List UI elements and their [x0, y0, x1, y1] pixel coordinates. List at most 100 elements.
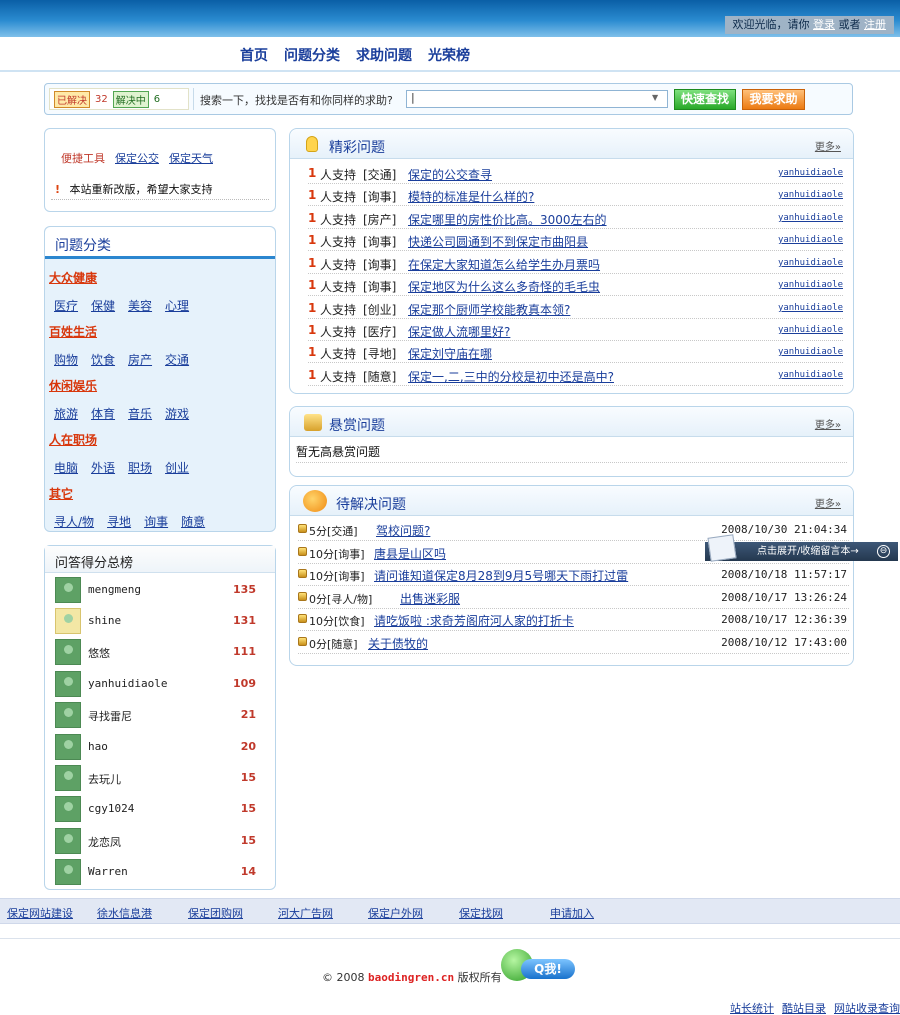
qq-contact-button[interactable]: Q我!: [501, 949, 575, 982]
nav-honor-list[interactable]: 光荣榜: [428, 45, 470, 65]
footer-link[interactable]: 网站收录查询: [834, 1000, 900, 1015]
question-link[interactable]: 请吃饭啦 :求奇芳阁府河人家的打折卡: [374, 612, 574, 629]
avatar[interactable]: [55, 796, 81, 822]
apply-link[interactable]: 申请加入: [550, 905, 594, 921]
footer-link[interactable]: 酷站目录: [782, 1000, 826, 1015]
collapse-icon[interactable]: ⊖: [877, 545, 890, 558]
friend-link[interactable]: 保定找网: [459, 905, 503, 921]
category-life[interactable]: 百姓生活: [49, 323, 97, 340]
avatar[interactable]: [55, 734, 81, 760]
footer-link[interactable]: 站长统计: [730, 1000, 774, 1015]
category-item[interactable]: 游戏: [165, 405, 189, 422]
category-item[interactable]: 美容: [128, 297, 152, 314]
category-item[interactable]: 保健: [91, 297, 115, 314]
user-name[interactable]: hao: [88, 740, 108, 753]
avatar[interactable]: [55, 671, 81, 697]
user-name[interactable]: 去玩儿: [88, 771, 121, 787]
category-item[interactable]: 饮食: [91, 351, 115, 368]
question-link[interactable]: 保定的公交查寻: [408, 166, 492, 183]
more-link[interactable]: 更多»: [815, 495, 841, 510]
question-link[interactable]: 驾校问题?: [376, 522, 430, 539]
question-user[interactable]: yanhuidiaole: [778, 258, 843, 268]
category-item[interactable]: 音乐: [128, 405, 152, 422]
register-link[interactable]: 注册: [864, 18, 886, 31]
category-item[interactable]: 房产: [128, 351, 152, 368]
question-link[interactable]: 保定做人流哪里好?: [408, 323, 510, 340]
more-link[interactable]: 更多»: [815, 416, 841, 431]
category-item[interactable]: 询事: [144, 513, 168, 530]
category-item[interactable]: 外语: [91, 459, 115, 476]
category-item[interactable]: 寻人/物: [54, 513, 94, 530]
question-link[interactable]: 请问谁知道保定8月28到9月5号哪天下雨打过雷: [374, 567, 628, 584]
question-link[interactable]: 在保定大家知道怎么给学生办月票吗: [408, 256, 600, 273]
category-item[interactable]: 体育: [91, 405, 115, 422]
category-item[interactable]: 旅游: [54, 405, 78, 422]
login-link[interactable]: 登录: [813, 18, 835, 31]
user-name[interactable]: Warren: [88, 865, 128, 878]
question-link[interactable]: 保定刘守庙在哪: [408, 345, 492, 362]
category-health[interactable]: 大众健康: [49, 269, 97, 286]
category-item[interactable]: 心理: [165, 297, 189, 314]
category-leisure[interactable]: 休闲娱乐: [49, 377, 97, 394]
question-user[interactable]: yanhuidiaole: [778, 168, 843, 178]
friend-link[interactable]: 保定团购网: [188, 905, 243, 921]
avatar[interactable]: [55, 577, 81, 603]
nav-home[interactable]: 首页: [240, 45, 268, 65]
avatar[interactable]: [55, 639, 81, 665]
ask-help-button[interactable]: 我要求助: [742, 89, 805, 110]
friend-link[interactable]: 保定网站建设: [7, 905, 73, 921]
category-item[interactable]: 电脑: [54, 459, 78, 476]
question-link[interactable]: 快递公司圆通到不到保定市曲阳县: [408, 233, 588, 250]
category-item[interactable]: 职场: [128, 459, 152, 476]
question-user[interactable]: yanhuidiaole: [778, 213, 843, 223]
weather-link[interactable]: 保定天气: [169, 150, 213, 166]
category-item[interactable]: 创业: [165, 459, 189, 476]
chevron-down-icon[interactable]: ▼: [652, 93, 658, 102]
question-user[interactable]: yanhuidiaole: [778, 280, 843, 290]
avatar[interactable]: [55, 608, 81, 634]
friend-link[interactable]: 徐水信息港: [97, 905, 152, 921]
category-other[interactable]: 其它: [49, 485, 73, 502]
category-item[interactable]: 购物: [54, 351, 78, 368]
user-name[interactable]: shine: [88, 614, 121, 627]
friend-link[interactable]: 河大广告网: [278, 905, 333, 921]
solving-badge[interactable]: 解决中: [112, 90, 149, 108]
question-user[interactable]: yanhuidiaole: [778, 303, 843, 313]
category-item[interactable]: 随意: [181, 513, 205, 530]
friend-link[interactable]: 保定户外网: [368, 905, 423, 921]
question-user[interactable]: yanhuidiaole: [778, 190, 843, 200]
question-user[interactable]: yanhuidiaole: [778, 235, 843, 245]
avatar[interactable]: [55, 702, 81, 728]
question-link[interactable]: 保定那个厨师学校能教真本领?: [408, 301, 570, 318]
search-input[interactable]: |: [406, 90, 668, 108]
bus-link[interactable]: 保定公交: [115, 150, 159, 166]
more-link[interactable]: 更多»: [815, 138, 841, 153]
avatar[interactable]: [55, 828, 81, 854]
user-name[interactable]: 龙恋凤: [88, 834, 121, 850]
question-link[interactable]: 出售迷彩服: [400, 590, 460, 607]
user-name[interactable]: cgy1024: [88, 802, 134, 815]
guestbook-toggle[interactable]: 点击展开/收缩留言本→ ⊖: [705, 534, 898, 562]
user-name[interactable]: 悠悠: [88, 645, 110, 661]
category-work[interactable]: 人在职场: [49, 431, 97, 448]
user-name[interactable]: mengmeng: [88, 583, 141, 596]
question-link[interactable]: 唐县是山区吗: [374, 545, 446, 562]
avatar[interactable]: [55, 859, 81, 885]
question-link[interactable]: 关于债牧的: [368, 635, 428, 652]
user-name[interactable]: 寻找雷尼: [88, 708, 132, 724]
user-name[interactable]: yanhuidiaole: [88, 677, 167, 690]
nav-categories[interactable]: 问题分类: [284, 45, 340, 65]
question-user[interactable]: yanhuidiaole: [778, 347, 843, 357]
category-item[interactable]: 寻地: [107, 513, 131, 530]
question-user[interactable]: yanhuidiaole: [778, 370, 843, 380]
question-link[interactable]: 模特的标准是什么样的?: [408, 188, 534, 205]
question-link[interactable]: 保定地区为什么这么多奇怪的毛毛虫: [408, 278, 600, 295]
question-user[interactable]: yanhuidiaole: [778, 325, 843, 335]
nav-help-questions[interactable]: 求助问题: [356, 45, 412, 65]
category-item[interactable]: 交通: [165, 351, 189, 368]
quick-find-button[interactable]: 快速查找: [674, 89, 736, 110]
solved-badge[interactable]: 已解决: [54, 90, 90, 108]
category-item[interactable]: 医疗: [54, 297, 78, 314]
question-link[interactable]: 保定哪里的房性价比高。3000左右的: [408, 211, 607, 228]
avatar[interactable]: [55, 765, 81, 791]
